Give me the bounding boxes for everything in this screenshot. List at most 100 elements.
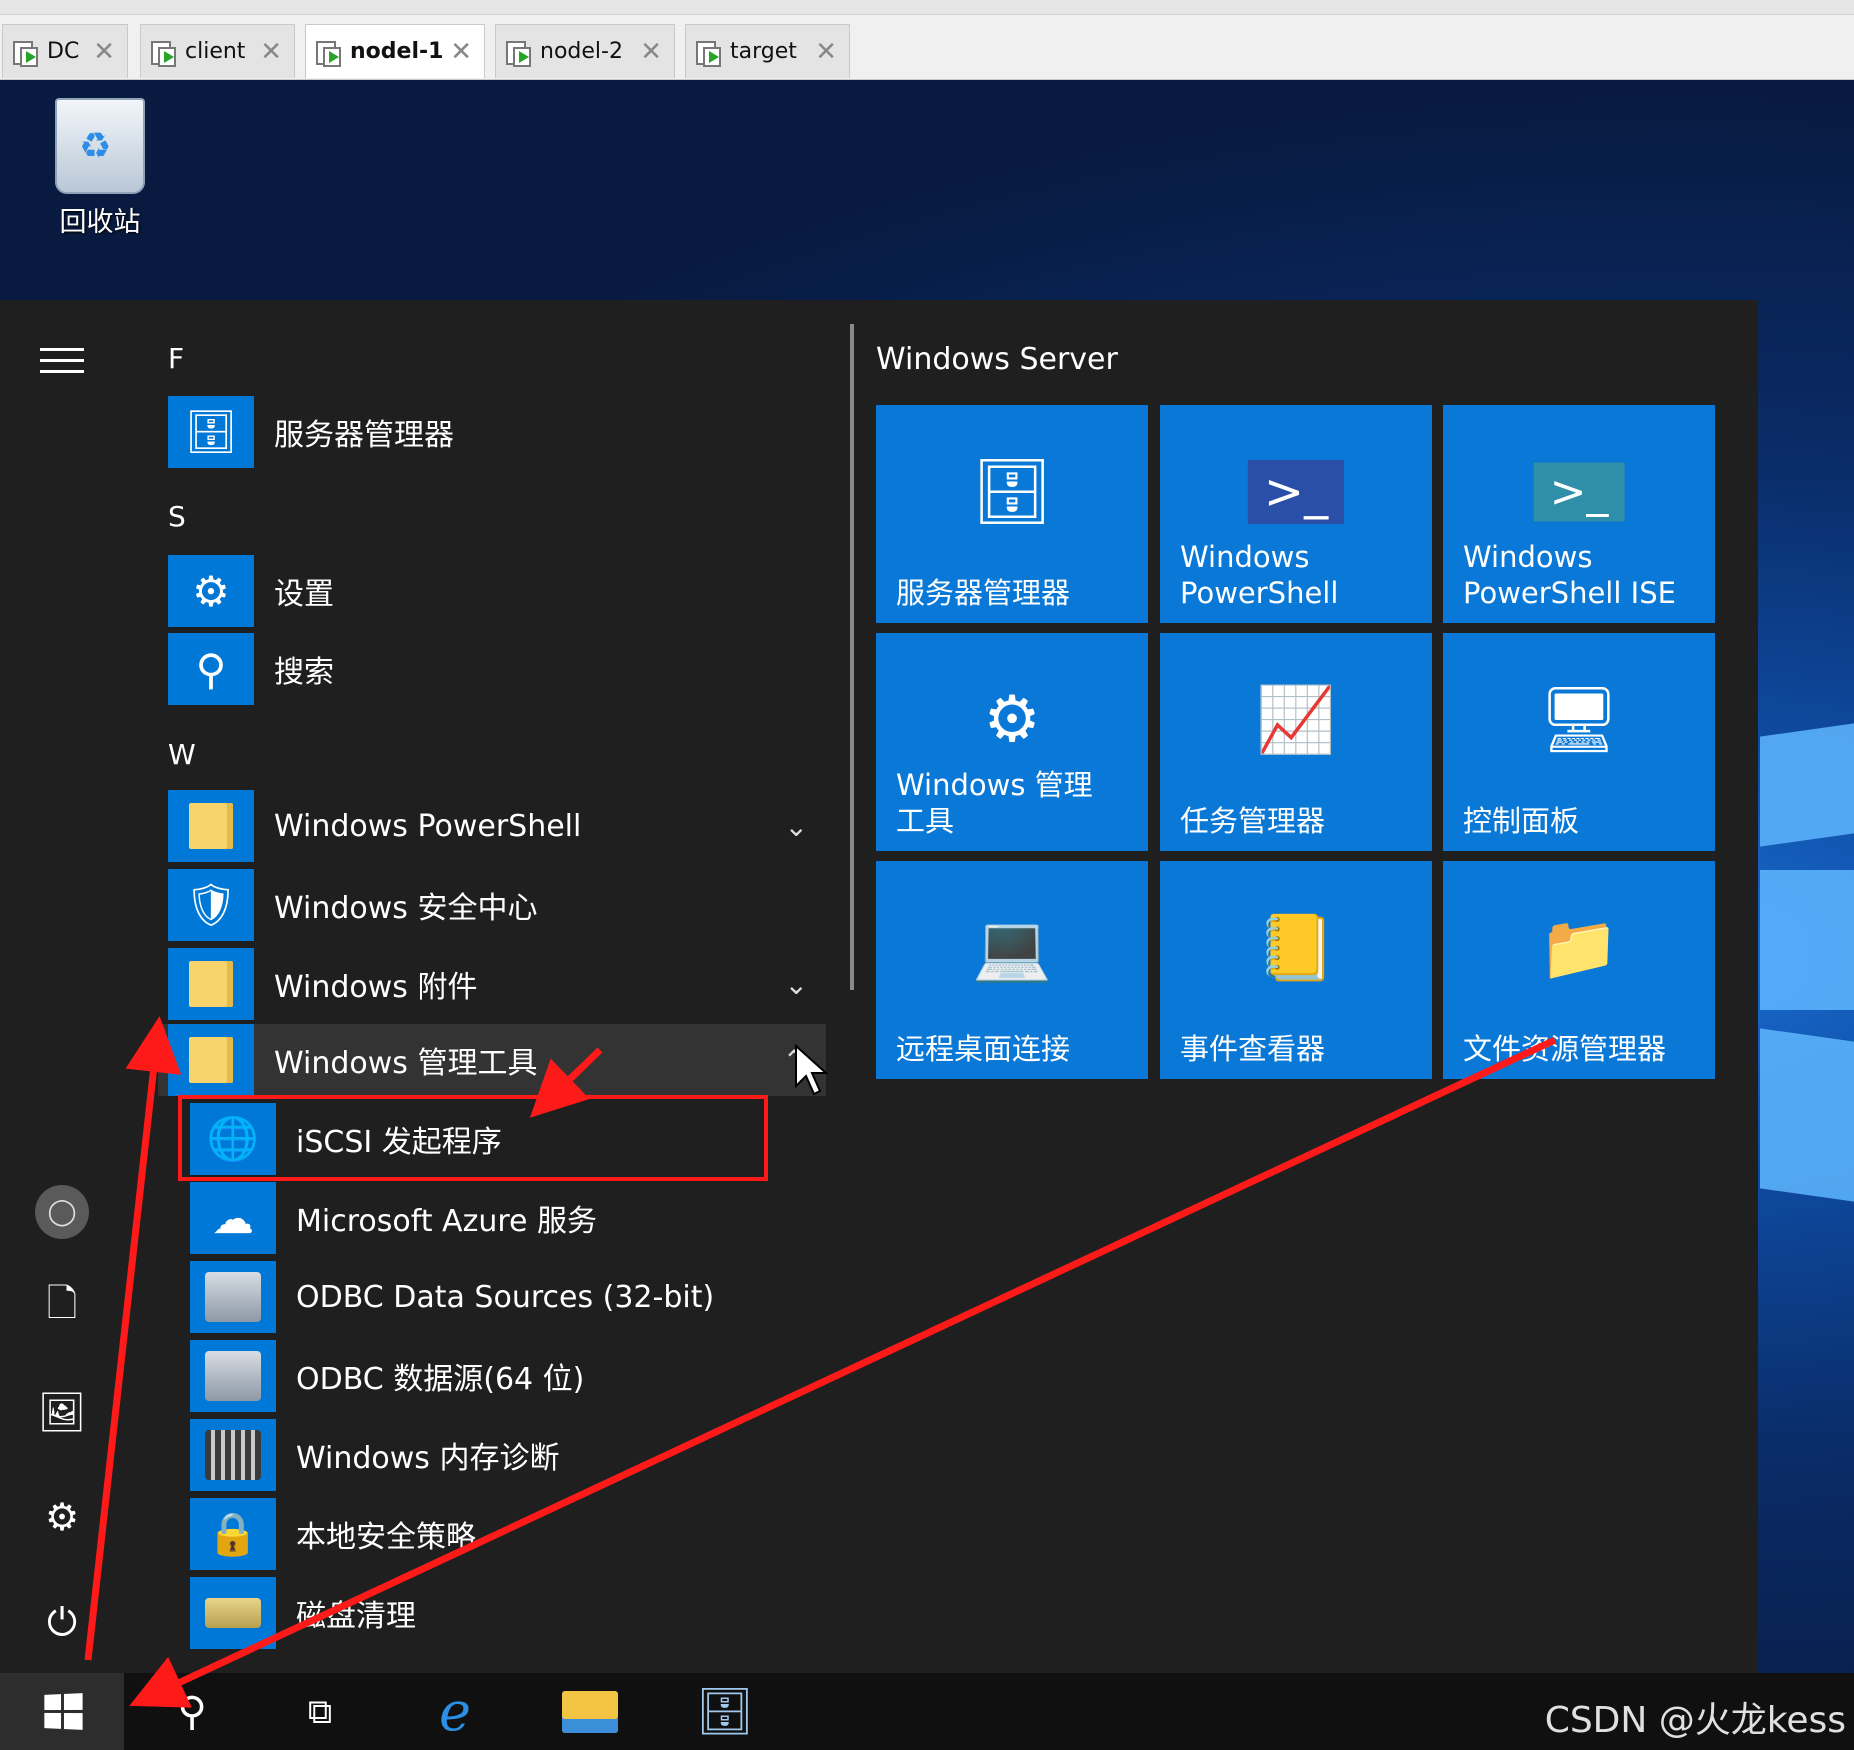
letter-header-f[interactable]: F — [168, 342, 184, 375]
vm-tab-label: client — [185, 39, 246, 64]
tile-label: Windows PowerShell — [1180, 540, 1339, 610]
app-label: 设置 — [274, 577, 334, 612]
app-label: Windows 安全中心 — [274, 891, 538, 926]
tile-control-panel[interactable]: 🖥 控制面板 — [1443, 633, 1715, 851]
file-explorer-icon: 📁 — [1539, 911, 1619, 986]
tile-server-manager[interactable]: 🗄 服务器管理器 — [876, 405, 1148, 623]
app-odbc-32[interactable]: ODBC Data Sources (32-bit) — [190, 1261, 850, 1333]
vm-tab-target[interactable]: target ✕ — [685, 24, 850, 78]
vm-tab-label: DC — [47, 39, 80, 64]
vm-icon — [13, 39, 39, 67]
app-label: 搜索 — [274, 655, 334, 690]
app-label: ODBC 数据源(64 位) — [296, 1362, 585, 1397]
close-icon[interactable]: ✕ — [450, 37, 472, 67]
recycle-bin[interactable]: ♻ 回收站 — [40, 98, 160, 239]
scrollbar[interactable] — [850, 324, 854, 990]
search-icon: ⚲ — [168, 633, 254, 705]
tile-label: Windows 管理工具 — [896, 768, 1093, 838]
close-icon[interactable]: ✕ — [93, 37, 115, 67]
folder-icon — [168, 1024, 254, 1096]
folder-windows-admin-tools[interactable]: Windows 管理工具 ⌃ — [158, 1024, 826, 1096]
close-icon[interactable]: ✕ — [815, 37, 837, 67]
task-manager-icon: 📈 — [1256, 683, 1336, 758]
app-label: Windows 内存诊断 — [296, 1441, 560, 1476]
highlight-box — [178, 1095, 768, 1181]
app-security-center[interactable]: 🛡 Windows 安全中心 — [168, 869, 828, 941]
tile-powershell-ise[interactable]: >_ Windows PowerShell ISE — [1443, 405, 1715, 623]
vm-icon — [316, 39, 342, 67]
vm-icon — [506, 39, 532, 67]
vm-tab-nodel-2[interactable]: nodel-2 ✕ — [495, 24, 675, 78]
hamburger-menu-icon[interactable] — [30, 328, 94, 392]
tile-label: 远程桌面连接 — [896, 1032, 1071, 1066]
wallpaper-light — [1760, 1028, 1854, 1202]
control-panel-icon: 🖥 — [1538, 683, 1620, 758]
chevron-up-icon[interactable]: ⌃ — [783, 1044, 806, 1077]
server-manager-icon: 🗄 — [971, 455, 1053, 530]
tile-label: 任务管理器 — [1180, 804, 1326, 838]
watermark: CSDN @火龙kess — [1544, 1700, 1846, 1741]
taskbar-search-icon[interactable]: ⚲ — [130, 1673, 254, 1750]
power-icon[interactable]: ⏻ — [30, 1590, 94, 1654]
tile-remote-desktop[interactable]: 💻 远程桌面连接 — [876, 861, 1148, 1079]
pictures-icon[interactable]: 🖼 — [30, 1380, 94, 1444]
tile-label: 控制面板 — [1463, 804, 1580, 838]
documents-icon[interactable]: 🗋 — [30, 1275, 94, 1339]
wallpaper-light — [1760, 723, 1854, 847]
settings-gear-icon[interactable]: ⚙ — [30, 1485, 94, 1549]
vm-tab-dc[interactable]: DC ✕ — [2, 24, 128, 78]
chevron-down-icon[interactable]: ⌄ — [785, 810, 808, 843]
vm-tab-label: nodel-2 — [540, 39, 623, 64]
letter-header-w[interactable]: W — [168, 738, 196, 771]
database-icon — [190, 1261, 276, 1333]
vm-tab-label: target — [730, 39, 797, 64]
vm-tab-client[interactable]: client ✕ — [140, 24, 295, 78]
vm-icon — [696, 39, 722, 67]
task-view-icon[interactable]: ⧉ — [258, 1673, 382, 1750]
database-icon — [190, 1340, 276, 1412]
app-label: 磁盘清理 — [296, 1599, 416, 1634]
recycle-bin-icon: ♻ — [55, 98, 145, 194]
tile-admin-tools[interactable]: ⚙ Windows 管理工具 — [876, 633, 1148, 851]
tile-task-manager[interactable]: 📈 任务管理器 — [1160, 633, 1432, 851]
app-odbc-64[interactable]: ODBC 数据源(64 位) — [190, 1340, 850, 1412]
tile-powershell[interactable]: >_ Windows PowerShell — [1160, 405, 1432, 623]
vm-tab-nodel-1[interactable]: nodel-1 ✕ — [305, 24, 485, 78]
close-icon[interactable]: ✕ — [260, 37, 282, 67]
tile-label: Windows PowerShell ISE — [1463, 540, 1676, 610]
app-label: Windows PowerShell — [274, 808, 582, 844]
app-label: 服务器管理器 — [274, 418, 454, 453]
disk-cleanup-icon — [190, 1577, 276, 1649]
tile-label: 服务器管理器 — [896, 576, 1071, 610]
close-icon[interactable]: ✕ — [640, 37, 662, 67]
app-azure-services[interactable]: ☁ Microsoft Azure 服务 — [190, 1182, 850, 1254]
app-local-security-policy[interactable]: 🔒 本地安全策略 — [190, 1498, 850, 1570]
tile-file-explorer[interactable]: 📁 文件资源管理器 — [1443, 861, 1715, 1079]
app-settings[interactable]: ⚙ 设置 — [168, 555, 828, 627]
tile-event-viewer[interactable]: 📒 事件查看器 — [1160, 861, 1432, 1079]
recycle-bin-label: 回收站 — [59, 207, 141, 238]
shield-icon: 🛡 — [168, 869, 254, 941]
wallpaper-light — [1760, 870, 1854, 1010]
app-label: ODBC Data Sources (32-bit) — [296, 1279, 715, 1315]
server-manager-taskbar-icon[interactable]: 🗄 — [663, 1673, 787, 1750]
app-memory-diagnostic[interactable]: Windows 内存诊断 — [190, 1419, 850, 1491]
memory-chip-icon — [190, 1419, 276, 1491]
start-button[interactable] — [0, 1673, 124, 1750]
admin-tools-icon: ⚙ — [983, 683, 1041, 758]
internet-explorer-icon[interactable]: e — [393, 1673, 517, 1750]
app-disk-cleanup[interactable]: 磁盘清理 — [190, 1577, 850, 1649]
app-search[interactable]: ⚲ 搜索 — [168, 633, 828, 705]
app-server-manager[interactable]: 🗄 服务器管理器 — [168, 396, 828, 468]
app-label: Windows 管理工具 — [274, 1046, 538, 1081]
file-explorer-taskbar-icon[interactable] — [528, 1673, 652, 1750]
folder-windows-powershell[interactable]: Windows PowerShell ⌄ — [168, 790, 828, 862]
powershell-ise-icon: >_ — [1533, 462, 1625, 522]
app-label: Windows 附件 — [274, 970, 478, 1005]
app-label: Microsoft Azure 服务 — [296, 1204, 598, 1239]
folder-windows-accessories[interactable]: Windows 附件 ⌄ — [168, 948, 828, 1020]
chevron-down-icon[interactable]: ⌄ — [785, 968, 808, 1001]
user-avatar-icon[interactable]: ◯ — [30, 1180, 94, 1244]
letter-header-s[interactable]: S — [168, 500, 186, 533]
server-manager-icon: 🗄 — [168, 396, 254, 468]
